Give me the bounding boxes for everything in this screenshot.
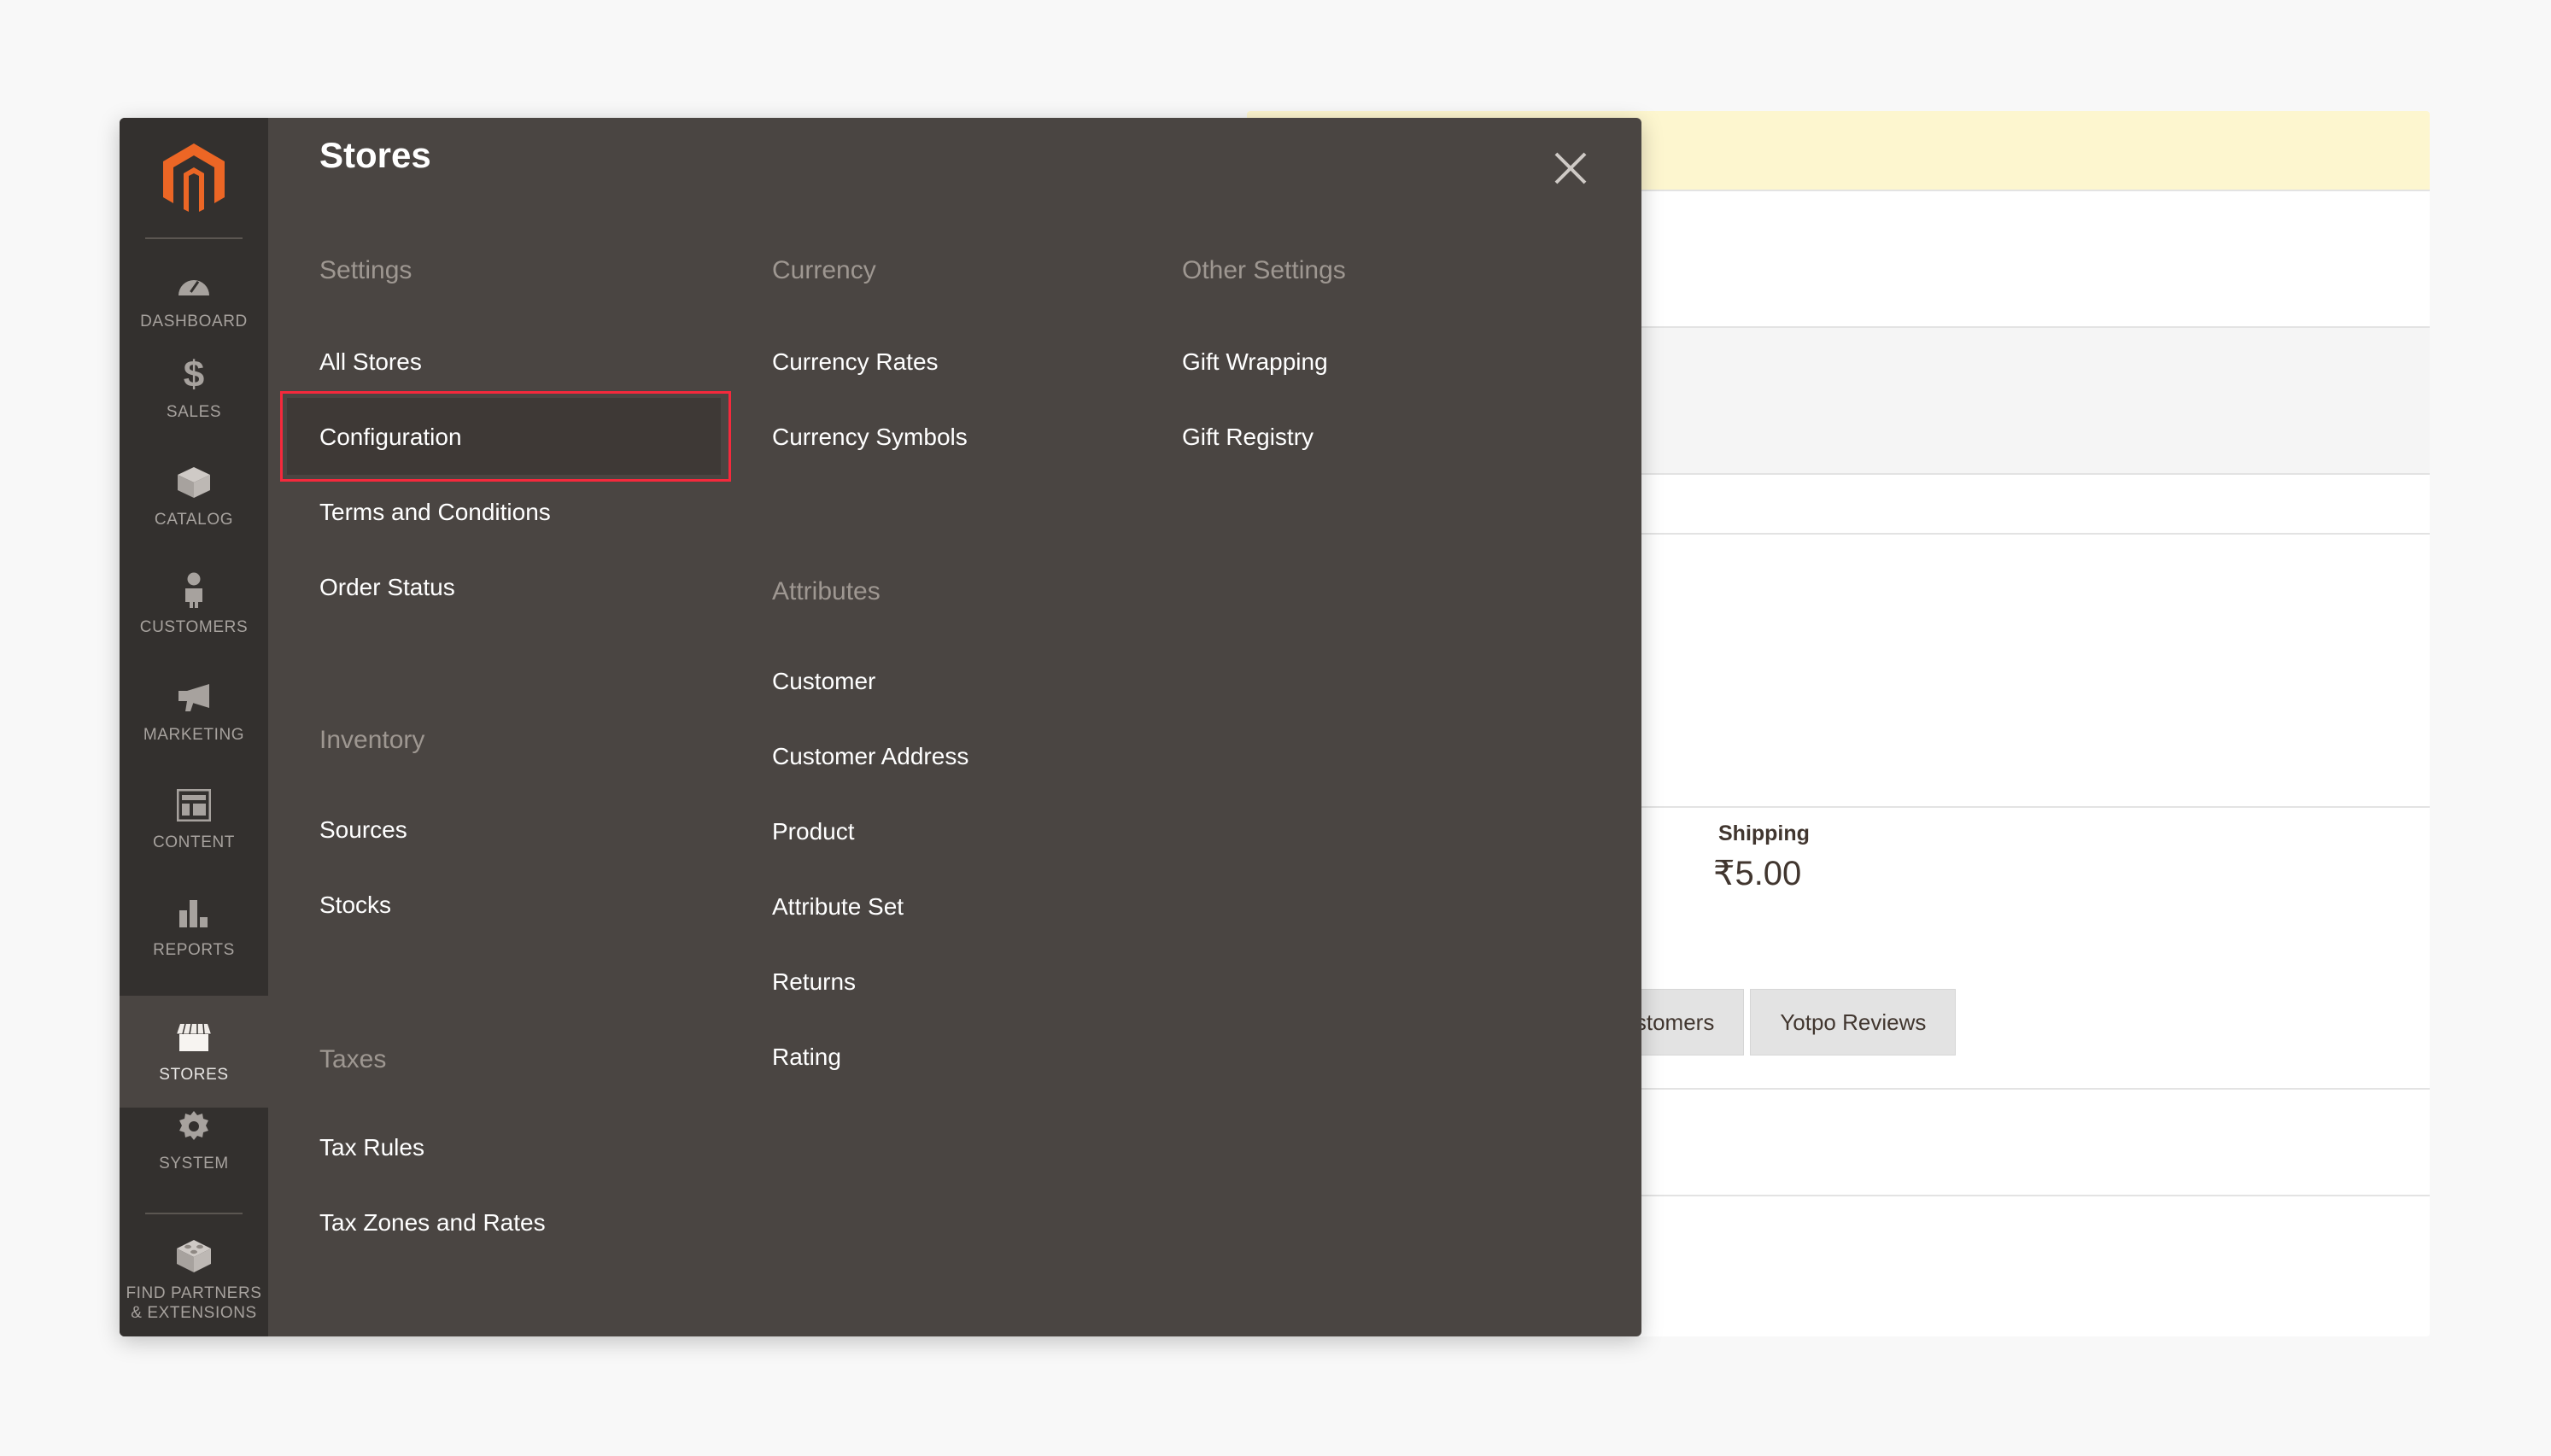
menu-item-returns[interactable]: Returns [772, 968, 856, 996]
sidebar-item-stores[interactable]: STORES [120, 996, 268, 1108]
group-title-taxes: Taxes [319, 1045, 387, 1073]
sidebar-item-system[interactable]: SYSTEM [120, 1107, 268, 1174]
sidebar-item-sales[interactable]: $ SALES [120, 355, 268, 423]
menu-item-order-status: Order Status [319, 574, 455, 600]
menu-item-all-stores[interactable]: All Stores [319, 348, 422, 376]
extension-block-icon [175, 1237, 213, 1276]
tab-yotpo-reviews[interactable]: Yotpo Reviews [1750, 989, 1957, 1055]
menu-item-stocks[interactable]: Stocks [319, 892, 391, 919]
sidebar-item-find-partners-extensions[interactable]: FIND PARTNERS & EXTENSIONS [120, 1237, 268, 1324]
admin-sidebar-rail: DASHBOARD $ SALES CATALOG CUSTOMERS MARK… [120, 118, 268, 1336]
gear-icon [176, 1107, 212, 1146]
sidebar-item-content[interactable]: CONTENT [120, 786, 268, 853]
stat-value-shipping: ₹5.00 [1713, 855, 1802, 892]
sidebar-item-reports[interactable]: REPORTS [120, 893, 268, 961]
rail-divider [145, 1213, 243, 1214]
sidebar-item-label: STORES [159, 1066, 229, 1084]
stores-menu-overlay: DASHBOARD $ SALES CATALOG CUSTOMERS MARK… [120, 118, 1641, 1336]
menu-item-gift-wrapping[interactable]: Gift Wrapping [1182, 348, 1328, 376]
menu-item-customer-address[interactable]: Customer Address [772, 743, 968, 770]
group-title-currency: Currency [772, 256, 876, 284]
menu-item-configuration[interactable]: Configuration [319, 424, 462, 451]
stores-menu-columns: Settings All Stores Configuration Terms … [268, 118, 1641, 1336]
sidebar-item-label: CUSTOMERS [139, 618, 249, 636]
sidebar-item-label: FIND PARTNERS & EXTENSIONS [126, 1284, 262, 1322]
sidebar-item-label: CONTENT [152, 833, 236, 851]
layout-icon [177, 786, 211, 825]
sidebar-item-dashboard[interactable]: DASHBOARD [120, 265, 268, 332]
sidebar-item-label: DASHBOARD [140, 313, 248, 330]
group-title-other-settings: Other Settings [1182, 256, 1346, 284]
menu-item-attribute-set[interactable]: Attribute Set [772, 893, 904, 921]
group-title-attributes: Attributes [772, 577, 881, 605]
sidebar-item-marketing[interactable]: MARKETING [120, 678, 268, 746]
menu-item-tax-rules[interactable]: Tax Rules [319, 1134, 424, 1161]
menu-item-sources[interactable]: Sources [319, 816, 407, 844]
menu-item-currency-symbols[interactable]: Currency Symbols [772, 424, 968, 451]
gauge-icon [177, 265, 211, 304]
group-title-settings: Settings [319, 256, 412, 284]
group-title-inventory: Inventory [319, 726, 425, 754]
menu-item-tax-zones-and-rates[interactable]: Tax Zones and Rates [319, 1209, 546, 1237]
rail-divider [145, 237, 243, 239]
menu-item-customer[interactable]: Customer [772, 668, 875, 695]
person-icon [181, 570, 207, 610]
stat-label-shipping: Shipping [1718, 822, 1810, 845]
magento-logo[interactable] [120, 143, 268, 215]
storefront-icon [175, 1018, 213, 1057]
bar-chart-icon [178, 893, 210, 933]
menu-item-gift-registry[interactable]: Gift Registry [1182, 424, 1314, 451]
sidebar-item-label: SYSTEM [159, 1155, 229, 1172]
dollar-icon: $ [183, 354, 205, 395]
menu-item-terms-and-conditions[interactable]: Terms and Conditions [319, 499, 551, 526]
sidebar-item-customers[interactable]: CUSTOMERS [120, 570, 268, 638]
menu-item-product[interactable]: Product [772, 818, 855, 845]
sidebar-item-label: SALES [166, 403, 222, 421]
menu-item-currency-rates[interactable]: Currency Rates [772, 348, 939, 376]
sidebar-item-catalog[interactable]: CATALOG [120, 463, 268, 530]
magento-logo-icon [163, 143, 225, 212]
sidebar-item-label: REPORTS [153, 941, 235, 959]
megaphone-icon [175, 678, 213, 717]
menu-item-rating[interactable]: Rating [772, 1044, 841, 1071]
box-icon [176, 463, 212, 502]
sidebar-item-label: CATALOG [154, 511, 234, 529]
sidebar-item-label: MARKETING [143, 726, 245, 744]
